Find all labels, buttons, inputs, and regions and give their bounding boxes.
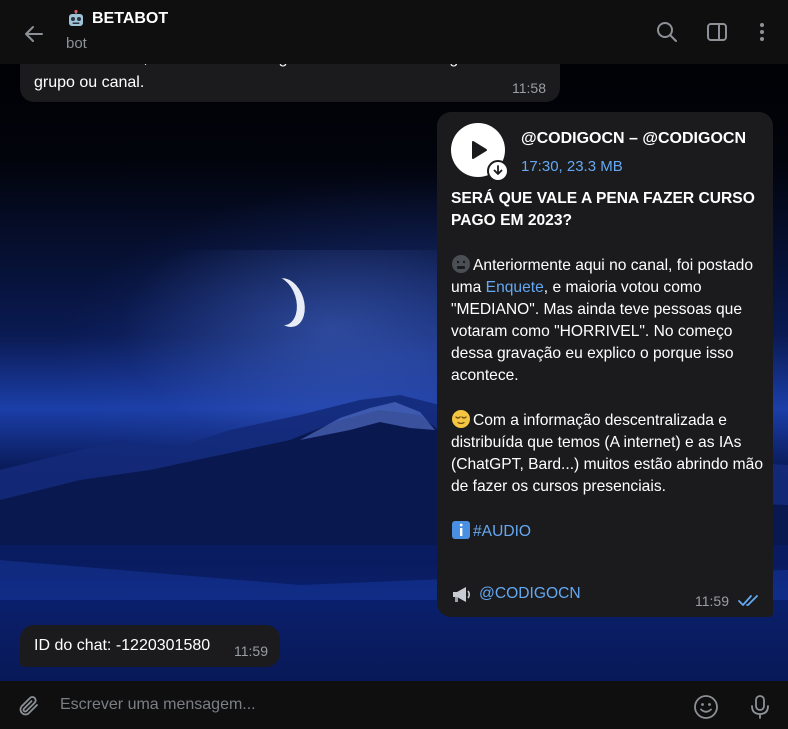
audio-caption: SERÁ QUE VALE A PENA FAZER CURSO PAGO EM…	[451, 188, 765, 565]
hashtag-link[interactable]: #AUDIO	[473, 523, 531, 540]
caption-heading: SERÁ QUE VALE A PENA FAZER CURSO PAGO EM…	[451, 190, 755, 229]
smiley-icon	[694, 695, 718, 719]
chat-header: BETABOT bot	[0, 0, 788, 64]
paperclip-icon	[19, 696, 38, 716]
info-emoji-icon	[452, 521, 470, 539]
search-button[interactable]	[653, 18, 681, 46]
search-icon	[657, 22, 677, 42]
channel-link[interactable]: @CODIGOCN	[479, 585, 581, 603]
message-composer	[0, 681, 788, 729]
voice-message-button[interactable]	[744, 691, 776, 723]
chat-title-area[interactable]: BETABOT bot	[66, 9, 168, 52]
attach-button[interactable]	[14, 691, 44, 721]
sidebar-toggle-icon	[707, 23, 727, 41]
message-text: grupo ou canal.	[34, 74, 145, 91]
emoji-button[interactable]	[690, 691, 722, 723]
caption-paragraph-2: Com a informação descentralizada e distr…	[451, 409, 765, 498]
chat-subtitle: bot	[66, 35, 87, 52]
sidebar-toggle-button[interactable]	[703, 18, 731, 46]
message-bubble-chat-id: ID do chat: -1220301580 11:59	[20, 625, 280, 667]
poll-link[interactable]: Enquete	[486, 279, 544, 296]
message-input[interactable]	[60, 689, 660, 721]
back-button[interactable]	[18, 18, 50, 50]
audio-meta: 17:30, 23.3 MB	[521, 158, 623, 175]
message-time: 11:59	[234, 643, 268, 659]
message-bubble-audio[interactable]: @CODIGOCN – @CODIGOCN 17:30, 23.3 MB SER…	[437, 112, 773, 617]
caption-paragraph-1: Anteriormente aqui no canal, foi postado…	[451, 254, 765, 387]
megaphone-emoji-icon	[453, 587, 471, 602]
audio-title: @CODIGOCN – @CODIGOCN	[521, 130, 746, 147]
message-text: ID do chat: -1220301580	[34, 637, 211, 654]
play-icon	[472, 141, 487, 159]
download-button[interactable]	[487, 160, 509, 182]
grimace-face-emoji-icon	[452, 255, 470, 273]
more-options-button[interactable]	[748, 18, 776, 46]
message-time: 11:58	[512, 80, 546, 96]
download-arrow-icon	[493, 165, 503, 175]
audio-footer: @CODIGOCN	[451, 584, 581, 604]
caption-hashtag-line: #AUDIO	[451, 520, 765, 543]
robot-emoji-icon	[69, 9, 83, 26]
more-vertical-icon	[760, 23, 764, 41]
chat-title: BETABOT	[92, 10, 169, 27]
relieved-face-emoji-icon	[452, 410, 470, 428]
microphone-icon	[751, 695, 769, 719]
back-arrow-icon	[25, 26, 43, 42]
message-time: 11:59	[695, 593, 729, 609]
double-check-icon	[738, 595, 758, 606]
